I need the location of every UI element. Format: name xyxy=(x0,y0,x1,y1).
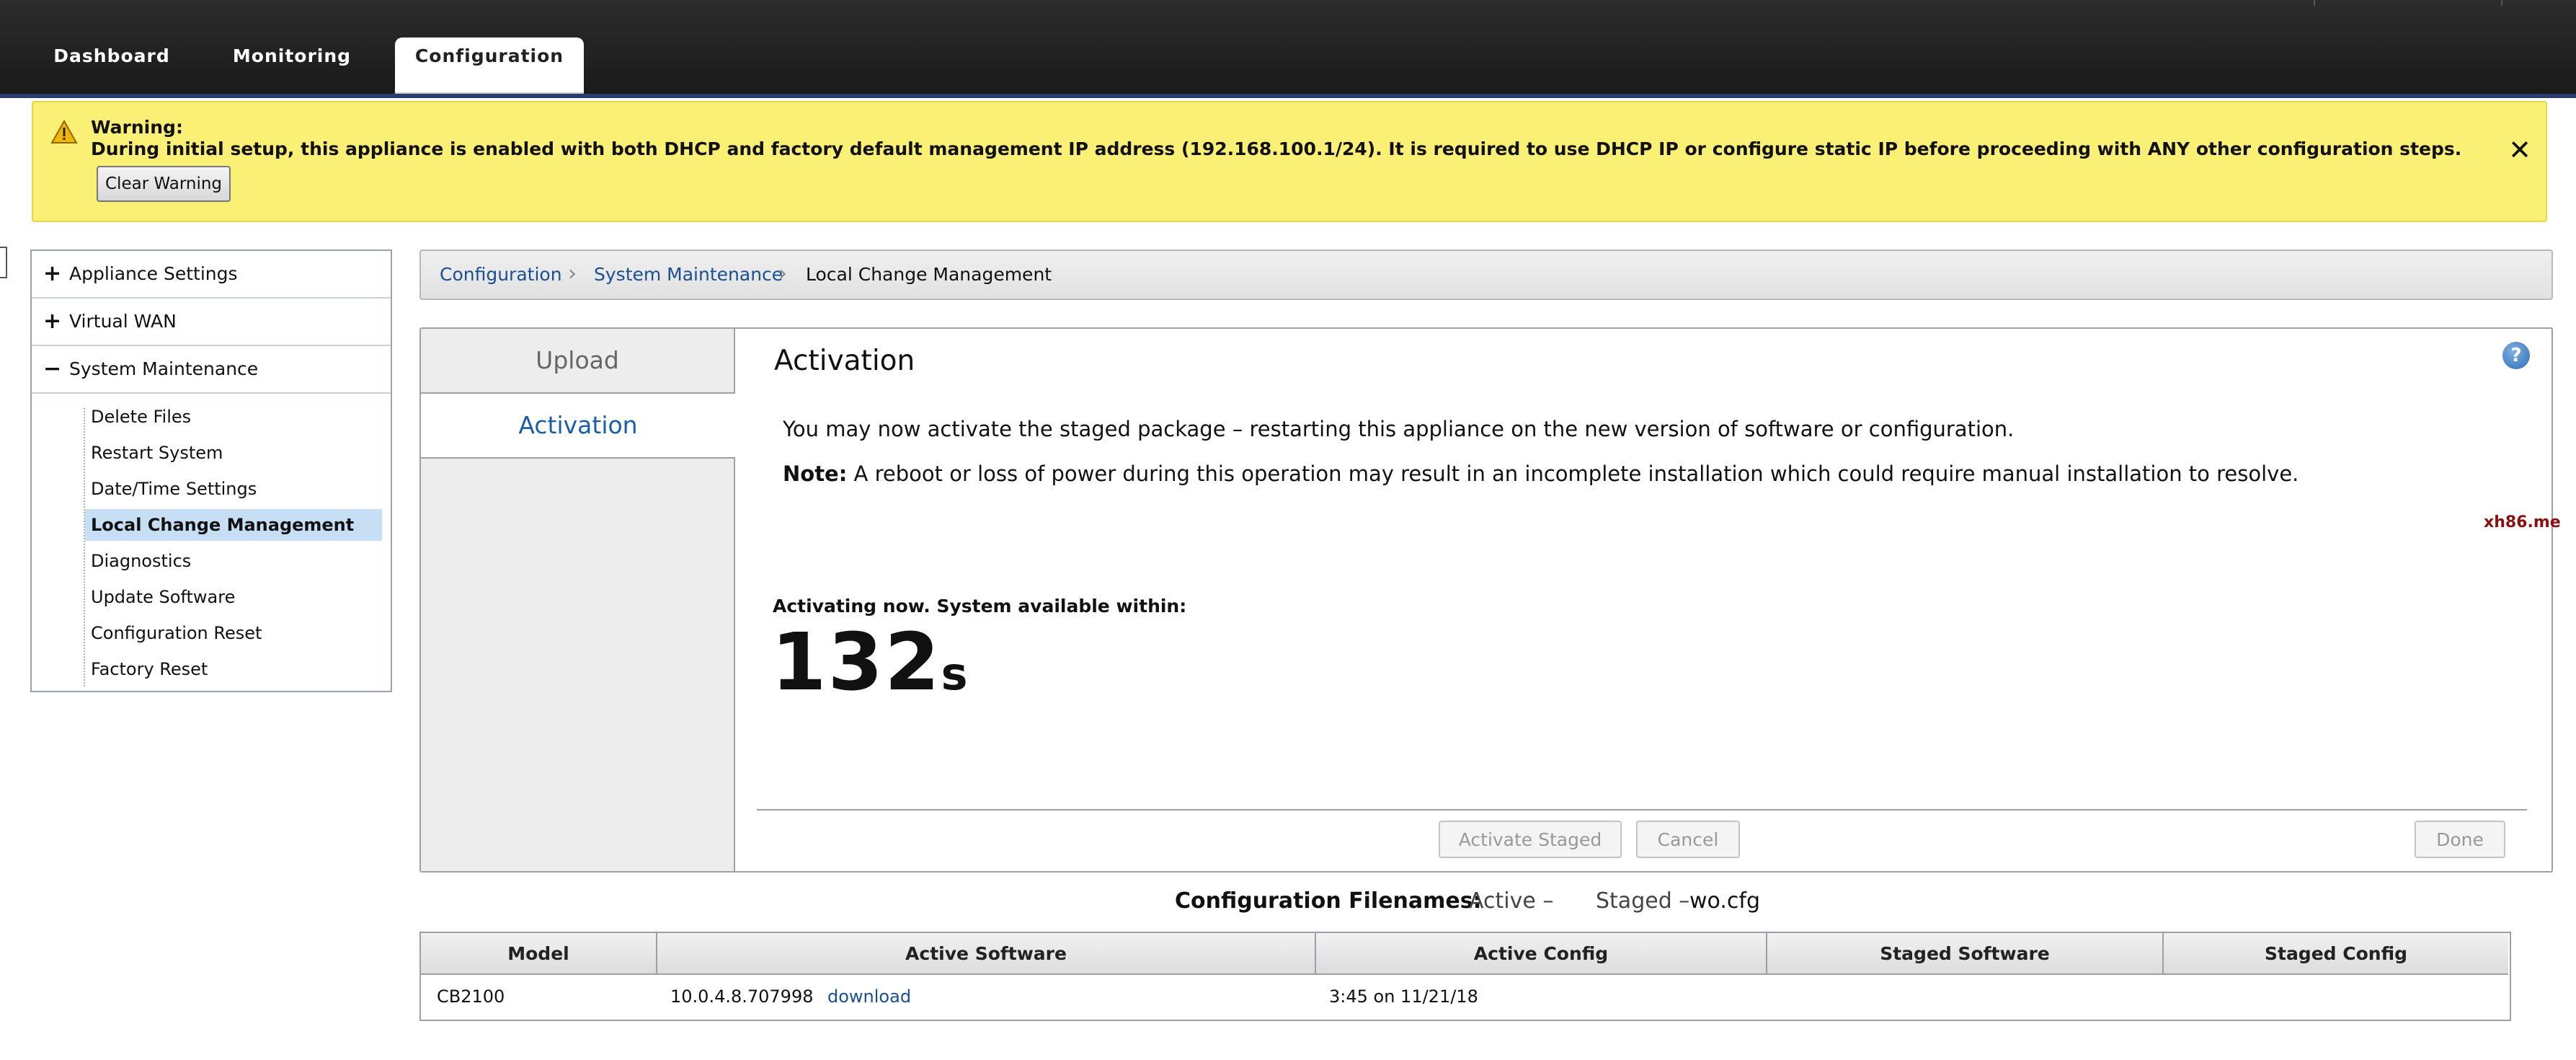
panel-title: Activation xyxy=(774,345,915,377)
sidebar-section-virtual-wan[interactable]: + Virtual WAN xyxy=(32,299,391,346)
tab-upload[interactable]: Upload xyxy=(421,329,734,394)
staged-filename: wo.cfg xyxy=(1689,888,1760,914)
download-link[interactable]: download xyxy=(827,975,911,1018)
plus-icon: + xyxy=(43,309,62,334)
nav-divider xyxy=(2314,0,2315,6)
cancel-button[interactable]: Cancel xyxy=(1636,821,1740,858)
cell-active-software: 10.0.4.8.707998 xyxy=(670,986,814,1007)
activation-note: Note: A reboot or loss of power during t… xyxy=(783,461,2299,486)
sidebar-item-delete-files[interactable]: Delete Files xyxy=(85,401,382,433)
breadcrumb-current: Local Change Management xyxy=(806,264,1052,285)
column-header-active-software: Active Software xyxy=(657,933,1316,975)
note-label: Note: xyxy=(783,461,848,486)
sidebar-section-system-maintenance[interactable]: − System Maintenance xyxy=(32,346,391,394)
warning-banner: Warning: During initial setup, this appl… xyxy=(32,101,2547,222)
done-button[interactable]: Done xyxy=(2415,821,2505,858)
column-header-staged-software: Staged Software xyxy=(1767,933,2164,975)
minus-icon: − xyxy=(43,356,62,381)
chevron-right-icon: › xyxy=(778,261,787,286)
sidebar-item-local-change-management[interactable]: Local Change Management xyxy=(85,509,382,541)
plus-icon: + xyxy=(43,261,62,286)
warning-icon xyxy=(50,120,78,143)
cell-model: CB2100 xyxy=(437,986,505,1007)
sidebar-item-update-software[interactable]: Update Software xyxy=(85,581,382,613)
panel-divider xyxy=(757,809,2527,811)
warning-title: Warning: xyxy=(91,117,183,138)
column-header-staged-config: Staged Config xyxy=(2164,933,2508,975)
note-text: A reboot or loss of power during this op… xyxy=(847,461,2299,486)
sidebar-section-label: System Maintenance xyxy=(69,358,259,379)
tab-dashboard[interactable]: Dashboard xyxy=(43,37,180,94)
config-filenames-label: Configuration Filenames: xyxy=(1175,888,1482,914)
activation-panel: Upload Activation Activation ? You may n… xyxy=(419,327,2553,873)
sidebar-item-factory-reset[interactable]: Factory Reset xyxy=(85,653,382,685)
top-nav-bar: Dashboard Monitoring Configuration xyxy=(0,0,2576,98)
sidebar-section-label: Appliance Settings xyxy=(69,263,238,284)
activation-description: You may now activate the staged package … xyxy=(783,417,2015,441)
activating-label: Activating now. System available within: xyxy=(773,596,1187,617)
chevron-right-icon: › xyxy=(568,261,577,286)
collapse-handle[interactable] xyxy=(0,247,7,278)
sidebar-item-configuration-reset[interactable]: Configuration Reset xyxy=(85,617,382,649)
countdown-timer: 132s xyxy=(771,619,969,717)
tab-activation[interactable]: Activation xyxy=(421,394,735,459)
tab-monitoring[interactable]: Monitoring xyxy=(223,37,360,94)
activate-staged-button[interactable]: Activate Staged xyxy=(1439,821,1622,858)
cell-active-config: 3:45 on 11/21/18 xyxy=(1329,986,1478,1007)
sidebar: + Appliance Settings + Virtual WAN − Sys… xyxy=(30,249,392,692)
sidebar-section-appliance-settings[interactable]: + Appliance Settings xyxy=(32,251,391,299)
sidebar-item-diagnostics[interactable]: Diagnostics xyxy=(85,545,382,577)
close-icon[interactable]: ✕ xyxy=(2508,134,2531,166)
tab-configuration[interactable]: Configuration xyxy=(395,37,584,94)
watermark: xh86.me xyxy=(2484,513,2561,531)
active-filename: Active – xyxy=(1469,888,1554,914)
sidebar-section-label: Virtual WAN xyxy=(69,311,177,332)
breadcrumb: Configuration › System Maintenance › Loc… xyxy=(419,249,2553,300)
column-header-active-config: Active Config xyxy=(1316,933,1767,975)
panel-tabs: Upload Activation xyxy=(421,329,735,871)
warning-message: During initial setup, this appliance is … xyxy=(91,138,2462,159)
breadcrumb-system-maintenance[interactable]: System Maintenance xyxy=(594,251,783,299)
sidebar-item-date-time-settings[interactable]: Date/Time Settings xyxy=(85,473,382,505)
sidebar-item-restart-system[interactable]: Restart System xyxy=(85,437,382,469)
staged-filename-label: Staged – xyxy=(1596,888,1690,914)
column-header-model: Model xyxy=(421,933,657,975)
countdown-value: 132 xyxy=(771,616,941,708)
clear-warning-button[interactable]: Clear Warning xyxy=(97,166,231,202)
nav-divider xyxy=(2501,0,2502,6)
software-config-table: Model Active Software Active Config Stag… xyxy=(419,932,2511,1021)
breadcrumb-configuration[interactable]: Configuration xyxy=(440,251,562,299)
help-icon[interactable]: ? xyxy=(2502,342,2530,369)
countdown-unit: s xyxy=(941,648,969,700)
